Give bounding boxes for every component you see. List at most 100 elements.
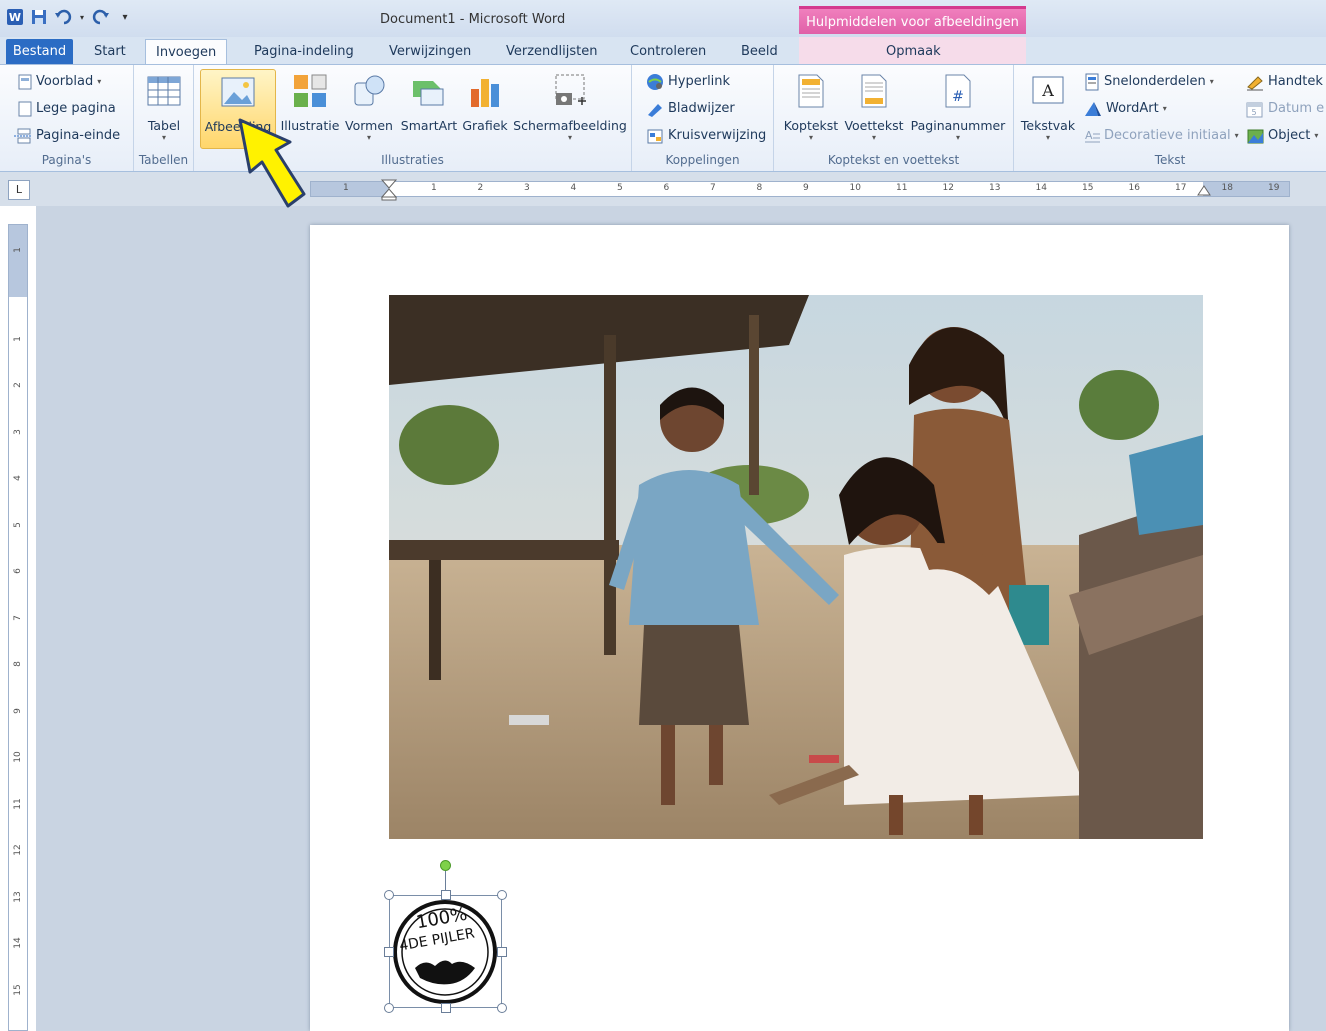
chevron-down-icon: ▾ [97, 77, 102, 86]
svg-text:W: W [9, 11, 21, 24]
resize-handle-bottom-left[interactable] [384, 1003, 394, 1013]
vertical-ruler-number: 1 [13, 247, 23, 253]
hyperlink-button[interactable]: Hyperlink [646, 71, 730, 93]
vertical-ruler-number: 14 [13, 937, 23, 949]
smartart-icon [413, 81, 444, 106]
tab-format[interactable]: Opmaak [876, 39, 951, 65]
horizontal-ruler[interactable]: 1 1 2 3 4 5 6 7 8 9 10 11 12 13 14 15 16 17 18 19 [310, 179, 1290, 201]
group-label-header-footer: Koptekst en voettekst [827, 153, 960, 167]
picture-icon [221, 77, 255, 107]
group-label-tables: Tabellen [138, 153, 189, 167]
vertical-ruler-number: 5 [13, 521, 23, 528]
ruler-number: 4 [570, 183, 577, 193]
group-links: Hyperlink Bladwijzer Kruisverwijzing Kop… [632, 65, 774, 171]
ruler-top-margin [9, 225, 27, 297]
textbox-button[interactable]: A Tekstvak ▾ [1018, 69, 1078, 149]
undo-icon[interactable] [54, 8, 72, 26]
tab-selector[interactable]: L [8, 180, 30, 200]
ruler-number: 19 [1268, 183, 1280, 193]
blank-page-button[interactable]: Lege pagina [18, 98, 116, 120]
ruler-bar: L 1 1 2 3 4 5 6 7 8 9 10 11 12 13 14 15 16 17 18 19 [0, 172, 1326, 206]
right-indent-marker-icon[interactable] [1197, 184, 1211, 196]
textbox-icon: A [1032, 76, 1064, 104]
redo-icon[interactable] [92, 8, 110, 26]
header-button[interactable]: Koptekst ▾ [780, 69, 842, 149]
resize-handle-left[interactable] [384, 947, 394, 957]
screenshot-icon [555, 74, 586, 105]
pointer-arrow-icon [238, 118, 306, 208]
drop-cap-icon: A [1085, 129, 1100, 143]
date-time-label: Datum e [1268, 101, 1325, 116]
wordart-button[interactable]: WordArt ▾ [1084, 98, 1167, 120]
chart-button[interactable]: Grafiek [460, 69, 510, 149]
table-button[interactable]: Tabel ▾ [140, 69, 188, 149]
customize-toolbar-icon[interactable]: ▾ [116, 8, 134, 26]
selected-stamp-image[interactable]: 100% 4DE PIJLER [384, 890, 507, 1013]
tab-mailings[interactable]: Verzendlijsten [496, 39, 607, 65]
table-icon [147, 76, 181, 106]
object-button[interactable]: Object ▾ [1246, 125, 1318, 147]
group-pages: Voorblad ▾ Lege pagina Pagina-einde Pagin… [0, 65, 134, 171]
shapes-label: Vormen [345, 118, 393, 133]
tab-review[interactable]: Controleren [620, 39, 716, 65]
hyperlink-icon [647, 74, 663, 90]
resize-handle-right[interactable] [497, 947, 507, 957]
wordart-icon [1085, 102, 1101, 116]
resize-handle-top-right[interactable] [497, 890, 507, 900]
ruler-number: 14 [1035, 183, 1047, 193]
cover-page-label: Voorblad [36, 74, 94, 89]
chevron-down-icon: ▾ [955, 133, 960, 142]
tab-start[interactable]: Start [84, 39, 136, 65]
rotation-handle[interactable] [440, 860, 451, 871]
resize-handle-top[interactable] [441, 890, 451, 900]
bookmark-button[interactable]: Bladwijzer [646, 98, 735, 120]
wordart-label: WordArt [1106, 101, 1159, 116]
signature-icon [1247, 76, 1263, 91]
page-break-button[interactable]: Pagina-einde [14, 125, 120, 147]
photo-image [389, 295, 1203, 839]
shapes-icon [354, 75, 385, 106]
chart-icon [471, 79, 499, 107]
page-break-label: Pagina-einde [36, 128, 121, 143]
quick-parts-label: Snelonderdelen [1104, 74, 1206, 89]
tab-view[interactable]: Beeld [731, 39, 788, 65]
cross-reference-icon [647, 129, 663, 144]
ruler-number: 5 [617, 183, 623, 193]
page-number-button[interactable]: # Paginanummer ▾ [908, 69, 1008, 149]
chevron-down-icon: ▾ [1314, 131, 1319, 140]
drop-cap-button[interactable]: A Decoratieve initiaal ▾ [1084, 125, 1239, 147]
bookmark-label: Bladwijzer [668, 101, 735, 116]
tab-insert[interactable]: Invoegen [145, 39, 228, 65]
save-icon[interactable] [30, 8, 48, 26]
chevron-down-icon: ▾ [1162, 104, 1167, 113]
signature-line-button[interactable]: Handtek [1246, 71, 1323, 93]
resize-handle-bottom-right[interactable] [497, 1003, 507, 1013]
inserted-photo[interactable] [389, 295, 1203, 839]
cover-page-button[interactable]: Voorblad ▾ [18, 71, 101, 93]
svg-text:A: A [1041, 81, 1054, 100]
tab-references[interactable]: Verwijzingen [379, 39, 481, 65]
footer-button[interactable]: Voettekst ▾ [842, 69, 906, 149]
vertical-ruler-number: 7 [13, 614, 23, 621]
vertical-ruler-number: 1 [13, 335, 23, 342]
textbox-label: Tekstvak [1020, 118, 1076, 133]
vertical-ruler[interactable]: 1 1 2 3 4 5 6 7 8 9 10 11 12 13 14 15 [8, 224, 28, 1031]
date-time-button[interactable]: 5 Datum e [1246, 98, 1324, 120]
ruler-number: 11 [896, 183, 908, 193]
title-bar: W ▾ ▾ Document1 - Microsoft Word Hulpmid… [0, 0, 1326, 40]
undo-dropdown-icon[interactable]: ▾ [78, 8, 86, 26]
vertical-ruler-number: 12 [13, 844, 23, 856]
page-number-icon: # [945, 74, 971, 108]
tab-file[interactable]: Bestand [6, 39, 73, 65]
shapes-button[interactable]: Vormen ▾ [342, 69, 396, 149]
resize-handle-top-left[interactable] [384, 890, 394, 900]
tab-page-layout[interactable]: Pagina-indeling [244, 39, 364, 65]
smartart-button[interactable]: SmartArt [398, 69, 460, 149]
resize-handle-bottom[interactable] [441, 1003, 451, 1013]
cross-reference-button[interactable]: Kruisverwijzing [646, 125, 766, 147]
page-break-icon [14, 128, 32, 144]
word-app-icon[interactable]: W [6, 8, 24, 26]
quick-parts-button[interactable]: Snelonderdelen ▾ [1084, 71, 1214, 93]
indent-marker-icon[interactable] [381, 179, 397, 201]
screenshot-button[interactable]: Schermafbeelding ▾ [512, 69, 628, 149]
